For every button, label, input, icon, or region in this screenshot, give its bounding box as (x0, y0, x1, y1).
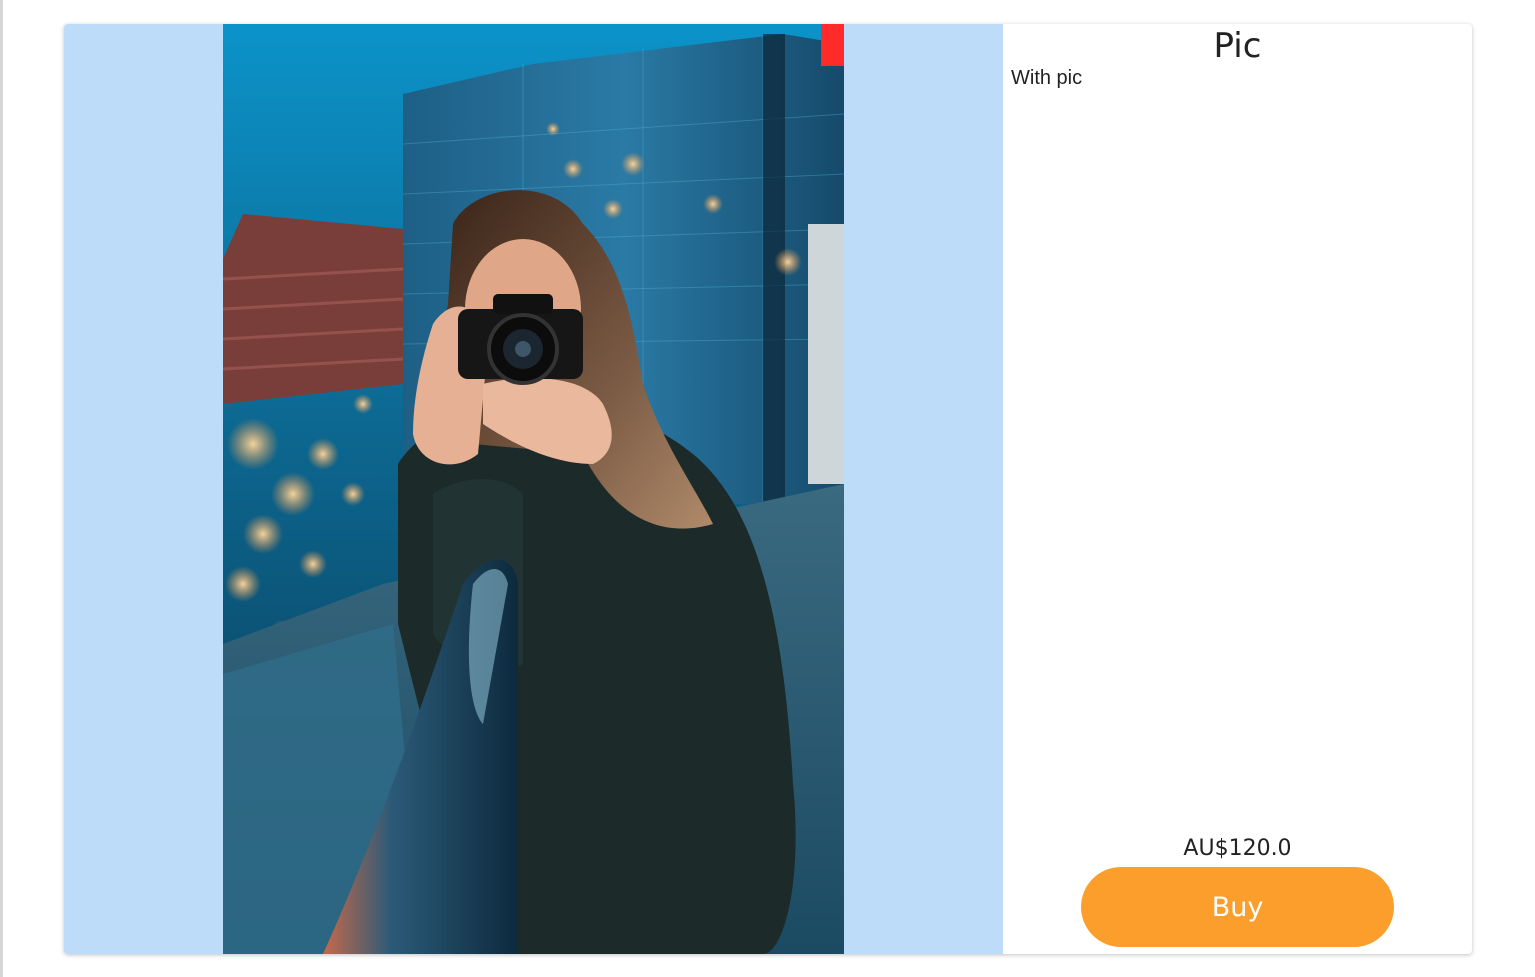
page-left-border (0, 0, 3, 977)
product-photo (223, 24, 844, 954)
product-media (64, 24, 1003, 954)
product-price: AU$120.0 (1183, 836, 1292, 861)
product-card: Pic With pic AU$120.0 Buy (64, 24, 1472, 954)
product-info: Pic With pic AU$120.0 Buy (1003, 24, 1472, 954)
product-description: With pic (1011, 67, 1083, 89)
buy-button[interactable]: Buy (1081, 867, 1394, 947)
product-title: Pic (1213, 26, 1262, 66)
